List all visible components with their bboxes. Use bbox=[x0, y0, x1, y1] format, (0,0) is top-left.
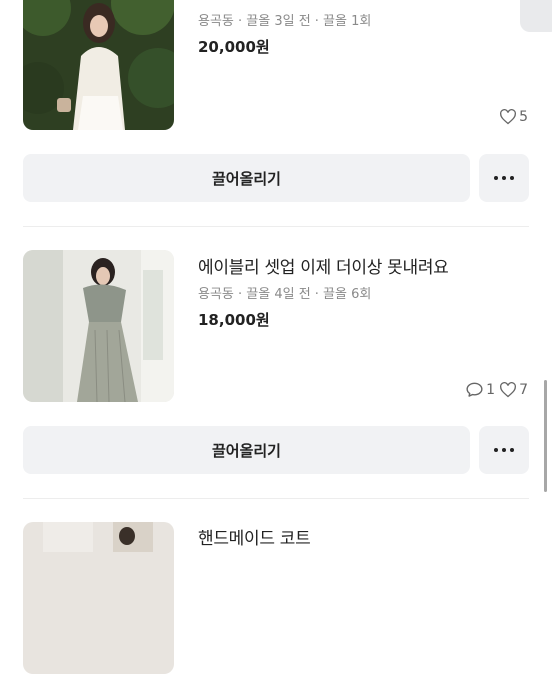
listing-price: 18,000원 bbox=[198, 311, 270, 329]
listing-stats: 5 bbox=[495, 109, 528, 125]
likes-stat: 5 bbox=[499, 109, 528, 125]
listing-stats: 1 7 bbox=[461, 381, 528, 398]
likes-stat: 7 bbox=[499, 382, 528, 398]
listing-meta: 용곡동 · 끌올 4일 전 · 끌올 6회 bbox=[198, 287, 372, 302]
more-horizontal-icon bbox=[492, 448, 516, 452]
more-options-button[interactable] bbox=[479, 426, 529, 474]
product-thumbnail[interactable] bbox=[23, 250, 174, 402]
more-horizontal-icon bbox=[492, 176, 516, 180]
heart-icon bbox=[500, 109, 517, 125]
bump-button[interactable]: 끌어올리기 bbox=[23, 426, 470, 474]
more-options-button[interactable] bbox=[479, 154, 529, 202]
listing-title: 에이블리 셋업 이제 더이상 못내려요 bbox=[198, 258, 449, 278]
top-right-tab bbox=[520, 0, 552, 32]
chats-count: 1 bbox=[486, 381, 496, 398]
likes-count: 7 bbox=[519, 381, 528, 398]
divider bbox=[23, 498, 529, 499]
chat-bubble-icon bbox=[466, 382, 483, 397]
listing-price: 20,000원 bbox=[198, 38, 270, 56]
product-thumbnail[interactable] bbox=[23, 522, 174, 674]
bump-button[interactable]: 끌어올리기 bbox=[23, 154, 470, 202]
likes-count: 5 bbox=[519, 109, 528, 125]
listing-title: 핸드메이드 코트 bbox=[198, 529, 311, 549]
product-thumbnail[interactable] bbox=[23, 0, 174, 130]
chats-stat: 1 bbox=[465, 381, 495, 398]
listing-meta: 용곡동 · 끌올 3일 전 · 끌올 1회 bbox=[198, 14, 372, 29]
divider bbox=[23, 226, 529, 227]
heart-icon bbox=[500, 381, 517, 397]
scrollbar-thumb[interactable] bbox=[544, 380, 547, 492]
